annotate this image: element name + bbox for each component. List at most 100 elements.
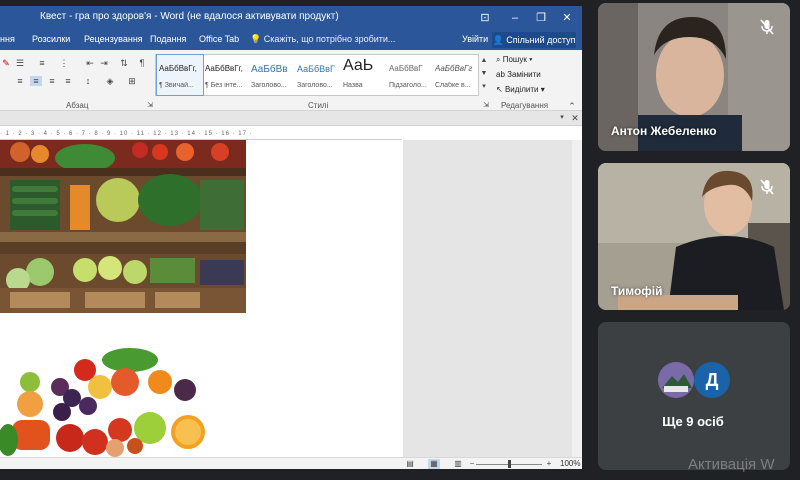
style-name: Підзаголо... xyxy=(389,82,427,89)
line-spacing-icon[interactable]: ↕ xyxy=(82,76,94,86)
tab-mailings[interactable]: Розсилки xyxy=(32,34,70,44)
styles-gallery: АаБбВвГг, ¶ Звичай... АаБбВвГг, ¶ Без ін… xyxy=(155,54,479,96)
increase-indent-icon[interactable]: ⇥ xyxy=(98,58,110,68)
align-left-icon[interactable]: ≡ xyxy=(14,76,26,86)
participant-name: Тимофій xyxy=(611,284,663,298)
style-heading-1[interactable]: АаБбВв Заголово... xyxy=(249,55,295,95)
select-icon: ↖ xyxy=(496,85,503,94)
word-window: Квест - гра про здоров'я - Word (не вдал… xyxy=(0,6,582,469)
print-layout-icon[interactable]: ▦ xyxy=(428,459,440,469)
style-name: ¶ Без інте... xyxy=(205,82,243,89)
style-preview: АаБбВвГ xyxy=(297,64,335,74)
tell-me-text: Скажіть, що потрібно зробити... xyxy=(263,34,396,44)
zoom-level[interactable]: 100% xyxy=(560,459,580,468)
numbering-icon[interactable]: ≡ xyxy=(36,58,48,68)
sort-icon[interactable]: ⇅ xyxy=(118,58,130,68)
select-label: Виділити xyxy=(504,85,539,94)
mic-off-icon xyxy=(760,179,774,195)
close-pane-icon[interactable]: ✕ xyxy=(569,113,581,123)
replace-button[interactable]: ab Замінити xyxy=(496,70,541,79)
read-mode-icon[interactable]: ▤ xyxy=(404,459,416,469)
styles-group-label: Стилі xyxy=(308,101,329,110)
status-bar: ▤ ▦ ▥ − + 100% xyxy=(0,457,582,469)
style-preview: АаБбВвГг, xyxy=(205,64,243,73)
style-title[interactable]: АаЬ Назва xyxy=(341,55,387,95)
share-label: Спільний доступ xyxy=(506,35,576,45)
title-bar: Квест - гра про здоров'я - Word (не вдал… xyxy=(0,6,582,30)
paragraph-group-label: Абзац xyxy=(66,101,89,110)
style-no-spacing[interactable]: АаБбВвГг, ¶ Без інте... xyxy=(203,55,249,95)
find-label: Пошук xyxy=(502,55,527,64)
style-preview: АаЬ xyxy=(343,57,374,74)
collapse-ribbon-icon[interactable]: ⌃ xyxy=(566,101,578,111)
editing-group-label: Редагування xyxy=(501,101,549,110)
tab-review[interactable]: Рецензування xyxy=(84,34,143,44)
justify-icon[interactable]: ≡ xyxy=(62,76,74,86)
participant-avatar-photo xyxy=(658,362,694,398)
maximize-icon[interactable]: ❐ xyxy=(530,9,552,27)
sign-in-link[interactable]: Увійти xyxy=(462,34,488,44)
participant-tile-anton[interactable]: Антон Жебеленко xyxy=(598,3,790,151)
select-button[interactable]: ↖ Виділити ▾ xyxy=(496,85,545,94)
zoom-slider-thumb[interactable] xyxy=(508,460,511,468)
search-icon: ⌕ xyxy=(496,55,501,64)
gallery-more-icon[interactable]: ▾ xyxy=(478,82,490,92)
style-subtle-emphasis[interactable]: АаБбВвГг Слабке в... xyxy=(433,55,479,95)
align-right-icon[interactable]: ≡ xyxy=(46,76,58,86)
zoom-in-icon[interactable]: + xyxy=(543,459,555,469)
activation-watermark: Активація W xyxy=(688,456,775,473)
find-button[interactable]: ⌕ Пошук ▾ xyxy=(496,55,532,65)
document-page[interactable] xyxy=(0,140,403,457)
participant-tile-tymofii[interactable]: Тимофій xyxy=(598,163,790,310)
more-participants-label: Ще 9 осіб xyxy=(662,414,724,429)
ribbon-display-icon[interactable]: ⊡ xyxy=(474,9,496,27)
replace-label: Замінити xyxy=(507,70,541,79)
dropdown-icon[interactable]: ▾ xyxy=(556,113,568,123)
bullets-icon[interactable]: ☰ xyxy=(14,58,26,68)
style-subtitle[interactable]: АаБбВвГ Підзаголо... xyxy=(387,55,433,95)
gallery-down-icon[interactable]: ▼ xyxy=(478,69,490,79)
ruler-bar: ▾ ✕ xyxy=(0,111,582,126)
multilevel-list-icon[interactable]: ⋮ xyxy=(58,58,70,68)
horizontal-ruler[interactable]: · 1 · 2 · 3 · 4 · 5 · 6 · 7 · 8 · 9 · 10… xyxy=(0,130,402,140)
styles-launcher-icon[interactable]: ⇲ xyxy=(480,101,492,111)
lightbulb-icon: 💡 xyxy=(250,34,262,44)
style-name: Назва xyxy=(343,82,363,89)
style-preview: АаБбВвГ xyxy=(389,64,423,73)
style-preview: АаБбВвГг, xyxy=(159,64,197,73)
pilcrow-icon[interactable]: ¶ xyxy=(136,58,148,68)
replace-icon: ab xyxy=(496,70,505,79)
style-name: Заголово... xyxy=(297,82,333,89)
participant-name: Антон Жебеленко xyxy=(611,124,717,138)
style-name: ¶ Звичай... xyxy=(159,82,194,89)
decrease-indent-icon[interactable]: ⇤ xyxy=(84,58,96,68)
style-preview: АаБбВвГг xyxy=(435,64,473,73)
more-participants-tile[interactable]: Д Ще 9 осіб xyxy=(598,322,790,470)
window-title: Квест - гра про здоров'я - Word (не вдал… xyxy=(40,11,339,22)
style-normal[interactable]: АаБбВвГг, ¶ Звичай... xyxy=(156,54,204,96)
web-layout-icon[interactable]: ▥ xyxy=(452,459,464,469)
tab-office-tab[interactable]: Office Tab xyxy=(199,34,239,44)
shading-icon[interactable]: ◈ xyxy=(104,76,116,86)
tab-layout[interactable]: ння xyxy=(0,34,15,44)
vertical-scrollbar[interactable] xyxy=(572,140,582,457)
fruits-vegetables-image[interactable] xyxy=(0,342,215,462)
ribbon-home: ☰ ≡ ⋮ ⇤ ⇥ ⇅ ¶ ✎ ≡ ≡ ≡ ≡ ↕ ◈ ⊞ Абзац ⇲ Аа… xyxy=(0,50,582,111)
minimize-icon[interactable]: – xyxy=(504,9,526,27)
paragraph-launcher-icon[interactable]: ⇲ xyxy=(144,101,156,111)
person-icon: 👤 xyxy=(492,35,504,45)
align-center-icon[interactable]: ≡ xyxy=(30,76,42,86)
gallery-up-icon[interactable]: ▲ xyxy=(478,56,490,66)
style-heading-2[interactable]: АаБбВвГ Заголово... xyxy=(295,55,341,95)
share-button[interactable]: 👤 Спільний доступ xyxy=(492,32,576,48)
document-area xyxy=(0,140,582,457)
tell-me-box[interactable]: 💡 Скажіть, що потрібно зробити... xyxy=(250,34,395,45)
style-name: Заголово... xyxy=(251,82,287,89)
borders-icon[interactable]: ⊞ xyxy=(126,76,138,86)
tab-view[interactable]: Подання xyxy=(150,34,186,44)
style-preview: АаБбВв xyxy=(251,64,288,75)
vegetable-shelf-image[interactable] xyxy=(0,140,246,313)
highlight-icon[interactable]: ✎ xyxy=(0,58,12,68)
close-icon[interactable]: ✕ xyxy=(556,9,578,27)
mic-off-icon xyxy=(760,19,774,35)
